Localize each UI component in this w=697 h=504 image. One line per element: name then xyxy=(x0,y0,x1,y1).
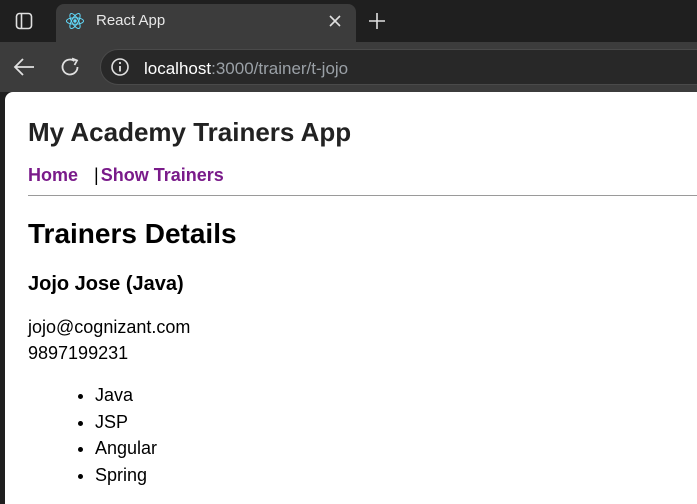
home-link[interactable]: Home xyxy=(28,165,78,185)
skill-item: Angular xyxy=(95,435,157,462)
page-heading: Trainers Details xyxy=(28,218,237,249)
main-nav: Home | Show Trainers xyxy=(28,165,224,186)
site-info-icon[interactable] xyxy=(110,57,130,77)
close-tab-icon[interactable] xyxy=(324,10,346,32)
reload-icon[interactable] xyxy=(56,53,84,81)
skill-item: Java xyxy=(95,382,157,409)
skill-item: Spring xyxy=(95,462,157,489)
trainer-phone: 9897199231 xyxy=(28,343,129,363)
url-path: :3000/trainer/t-jojo xyxy=(211,59,349,78)
trainer-email: jojo@cognizant.com xyxy=(28,317,191,337)
app-title: My Academy Trainers App xyxy=(28,117,352,147)
address-bar[interactable]: localhost:3000/trainer/t-jojo xyxy=(100,49,697,85)
page-content: My Academy Trainers App Home | Show Traine… xyxy=(5,92,697,504)
back-arrow-icon[interactable] xyxy=(10,53,38,81)
trainer-name: Jojo Jose (Java) xyxy=(28,273,184,295)
new-tab-icon[interactable] xyxy=(364,8,390,34)
react-logo-icon xyxy=(65,11,85,31)
sidebar-toggle-icon[interactable] xyxy=(10,8,38,34)
show-trainers-link[interactable]: Show Trainers xyxy=(101,165,224,185)
divider xyxy=(28,195,697,196)
tab-title: React App xyxy=(96,12,166,29)
url-text: localhost:3000/trainer/t-jojo xyxy=(144,59,348,79)
skills-list: Java JSP Angular Spring xyxy=(95,382,157,489)
nav-separator: | xyxy=(94,165,99,185)
url-host: localhost xyxy=(144,59,212,78)
browser-toolbar: localhost:3000/trainer/t-jojo xyxy=(0,42,697,92)
browser-tab[interactable]: React App xyxy=(56,4,356,42)
tab-strip: React App xyxy=(0,0,697,42)
skill-item: JSP xyxy=(95,409,157,436)
